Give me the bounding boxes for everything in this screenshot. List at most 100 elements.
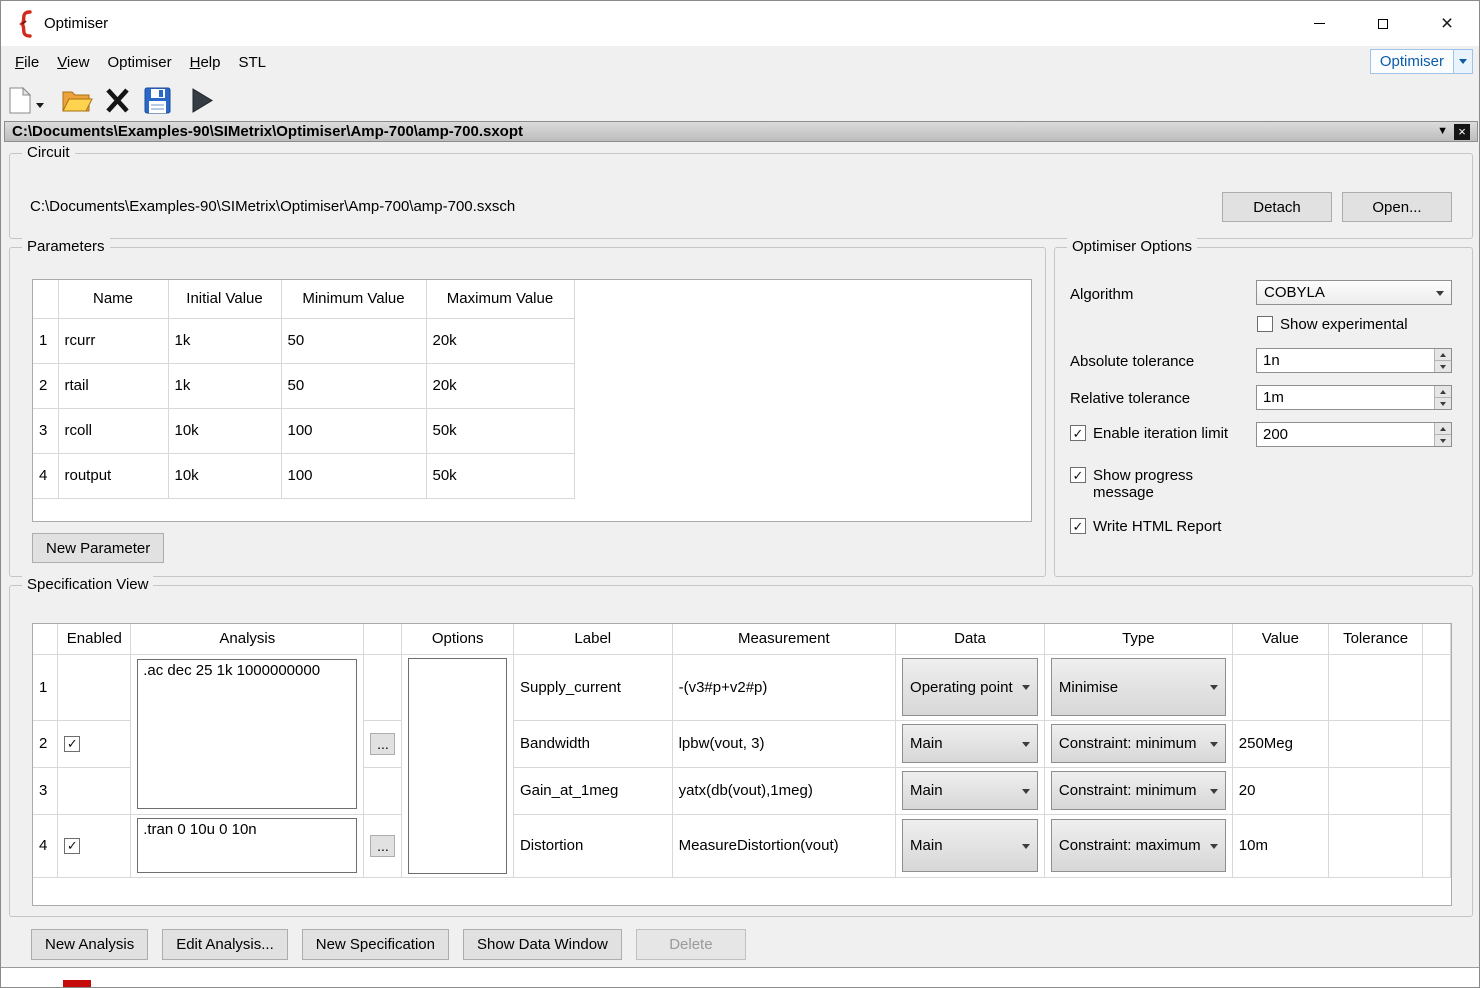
view-selector[interactable]: Optimiser — [1370, 49, 1473, 74]
document-close-button[interactable]: × — [1454, 124, 1470, 140]
new-parameter-button[interactable]: New Parameter — [32, 533, 164, 563]
tolerance-cell[interactable] — [1328, 767, 1422, 814]
data-combo[interactable]: Main — [902, 819, 1038, 872]
show-data-window-button[interactable]: Show Data Window — [463, 929, 622, 960]
param-initial-cell[interactable]: 1k — [168, 363, 281, 408]
chevron-down-icon — [1210, 742, 1218, 747]
col-label: Label — [513, 624, 672, 654]
value-cell[interactable]: 10m — [1232, 814, 1328, 877]
open-circuit-button[interactable]: Open... — [1342, 192, 1452, 222]
value-cell[interactable]: 20 — [1232, 767, 1328, 814]
type-combo[interactable]: Constraint: maximum — [1051, 819, 1226, 872]
chevron-down-icon — [1022, 685, 1030, 690]
analysis-editor-ac[interactable]: .ac dec 25 1k 1000000000 — [137, 659, 357, 809]
spin-down-button[interactable] — [1435, 434, 1451, 446]
absolute-tolerance-input[interactable]: 1n — [1257, 349, 1434, 372]
type-combo[interactable]: Constraint: minimum — [1051, 724, 1226, 763]
param-initial-cell[interactable]: 10k — [168, 453, 281, 498]
param-name-cell[interactable]: rcurr — [58, 318, 168, 363]
delete-tool-button[interactable] — [104, 82, 131, 118]
relative-tolerance-input[interactable]: 1m — [1257, 386, 1434, 409]
label-cell[interactable]: Bandwidth — [513, 720, 672, 767]
param-min-cell[interactable]: 50 — [281, 363, 426, 408]
param-max-cell[interactable]: 20k — [426, 318, 574, 363]
tolerance-cell[interactable] — [1328, 654, 1422, 720]
new-specification-button[interactable]: New Specification — [302, 929, 449, 960]
options-list[interactable] — [408, 658, 507, 874]
spin-up-button[interactable] — [1435, 386, 1451, 397]
relative-tolerance-label: Relative tolerance — [1070, 390, 1190, 407]
detach-button[interactable]: Detach — [1222, 192, 1332, 222]
algorithm-combo[interactable]: COBYLA — [1256, 280, 1452, 305]
edit-analysis-ellipsis-button[interactable]: ... — [370, 835, 395, 857]
edit-analysis-button[interactable]: Edit Analysis... — [162, 929, 288, 960]
measurement-cell[interactable]: yatx(db(vout),1meg) — [672, 767, 895, 814]
spin-down-button[interactable] — [1435, 397, 1451, 409]
label-cell[interactable]: Distortion — [513, 814, 672, 877]
minimize-button[interactable] — [1287, 1, 1351, 46]
param-name-cell[interactable]: rtail — [58, 363, 168, 408]
new-analysis-button[interactable]: New Analysis — [31, 929, 148, 960]
show-experimental-checkbox[interactable] — [1257, 316, 1273, 332]
data-combo[interactable]: Main — [902, 771, 1038, 810]
enabled-checkbox[interactable]: ✓ — [64, 838, 80, 854]
value-cell[interactable] — [1232, 654, 1328, 720]
data-combo[interactable]: Operating point — [902, 658, 1038, 716]
enabled-cell[interactable] — [58, 767, 131, 814]
measurement-cell[interactable]: lpbw(vout, 3) — [672, 720, 895, 767]
specification-group-title: Specification View — [22, 576, 153, 593]
param-name-cell[interactable]: rcoll — [58, 408, 168, 453]
param-min-cell[interactable]: 100 — [281, 453, 426, 498]
run-button[interactable] — [191, 82, 214, 118]
type-combo[interactable]: Minimise — [1051, 658, 1226, 716]
type-combo[interactable]: Constraint: minimum — [1051, 771, 1226, 810]
new-document-dropdown-icon[interactable] — [36, 103, 44, 108]
param-initial-cell[interactable]: 10k — [168, 408, 281, 453]
document-list-dropdown-icon[interactable]: ▼ — [1437, 126, 1448, 137]
show-progress-checkbox[interactable]: ✓ — [1070, 467, 1086, 483]
menu-stl[interactable]: STL — [230, 49, 276, 76]
param-initial-cell[interactable]: 1k — [168, 318, 281, 363]
param-max-cell[interactable]: 50k — [426, 408, 574, 453]
chevron-down-icon[interactable] — [1453, 50, 1472, 73]
enabled-checkbox[interactable]: ✓ — [64, 736, 80, 752]
menu-file[interactable]: File — [6, 49, 48, 76]
edit-analysis-ellipsis-button[interactable]: ... — [370, 733, 395, 755]
label-cell[interactable]: Gain_at_1meg — [513, 767, 672, 814]
titlebar: Optimiser × — [1, 1, 1479, 46]
spin-up-button[interactable] — [1435, 423, 1451, 434]
toolbar — [1, 79, 1479, 121]
param-max-cell[interactable]: 50k — [426, 453, 574, 498]
enabled-cell[interactable] — [58, 654, 131, 720]
menu-view[interactable]: View — [48, 49, 98, 76]
optimiser-window: Optimiser × File View Optimiser Help STL… — [0, 0, 1480, 988]
measurement-cell[interactable]: MeasureDistortion(vout) — [672, 814, 895, 877]
spin-up-button[interactable] — [1435, 349, 1451, 360]
measurement-cell[interactable]: -(v3#p+v2#p) — [672, 654, 895, 720]
param-min-cell[interactable]: 50 — [281, 318, 426, 363]
param-min-cell[interactable]: 100 — [281, 408, 426, 453]
iteration-limit-checkbox[interactable]: ✓ — [1070, 425, 1086, 441]
analysis-editor-tran[interactable]: .tran 0 10u 0 10n — [137, 818, 357, 873]
parameters-group-title: Parameters — [22, 238, 110, 255]
maximize-button[interactable] — [1351, 1, 1415, 46]
save-button[interactable] — [144, 82, 171, 118]
value-cell[interactable]: 250Meg — [1232, 720, 1328, 767]
param-max-cell[interactable]: 20k — [426, 363, 574, 408]
param-name-cell[interactable]: routput — [58, 453, 168, 498]
close-button[interactable]: × — [1415, 1, 1479, 46]
label-cell[interactable]: Supply_current — [513, 654, 672, 720]
circuit-group-title: Circuit — [22, 144, 75, 161]
tolerance-cell[interactable] — [1328, 814, 1422, 877]
new-document-button[interactable] — [9, 82, 44, 118]
tolerance-cell[interactable] — [1328, 720, 1422, 767]
open-file-button[interactable] — [62, 82, 93, 118]
document-path: C:\Documents\Examples-90\SIMetrix\Optimi… — [12, 123, 523, 140]
iteration-limit-input[interactable]: 200 — [1257, 423, 1434, 446]
menu-optimiser[interactable]: Optimiser — [98, 49, 180, 76]
data-combo[interactable]: Main — [902, 724, 1038, 763]
options-group-title: Optimiser Options — [1067, 238, 1197, 255]
write-html-report-checkbox[interactable]: ✓ — [1070, 518, 1086, 534]
menu-help[interactable]: Help — [181, 49, 230, 76]
spin-down-button[interactable] — [1435, 360, 1451, 372]
